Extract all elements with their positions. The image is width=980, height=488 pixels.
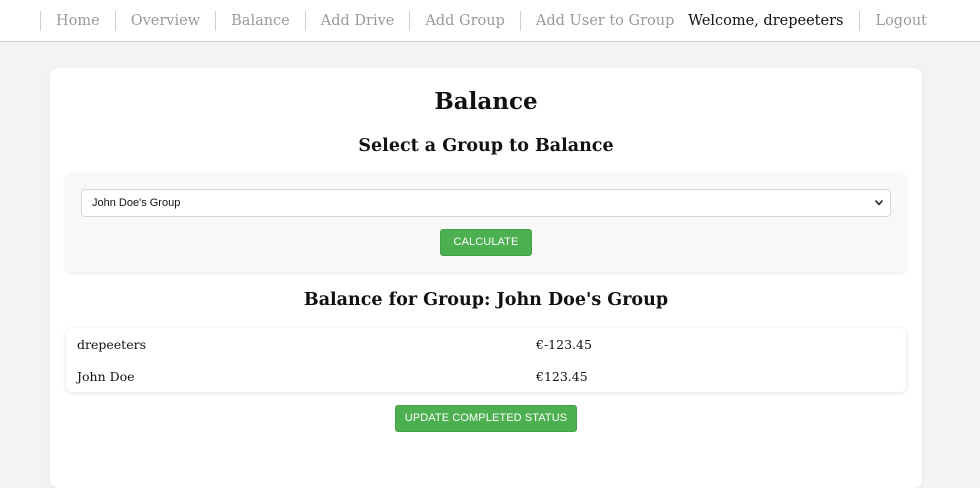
nav-user-area: Welcome, drepeeters Logout xyxy=(688,11,942,31)
group-select-panel: John Doe's Group CALCULATE xyxy=(66,174,906,272)
nav-link-add-user-to-group[interactable]: Add User to Group xyxy=(519,10,689,31)
balance-amount: €-123.45 xyxy=(536,337,592,352)
balance-card: Balance Select a Group to Balance John D… xyxy=(50,68,922,488)
top-navbar: Home Overview Balance Add Drive Add Grou… xyxy=(0,0,980,42)
select-group-heading: Select a Group to Balance xyxy=(358,136,614,156)
balance-user-name: drepeeters xyxy=(77,337,146,352)
logout-link[interactable]: Logout xyxy=(859,11,942,31)
update-completed-status-button[interactable]: UPDATE COMPLETED STATUS xyxy=(395,405,577,432)
calculate-button[interactable]: CALCULATE xyxy=(440,229,532,256)
balance-row: John Doe €123.45 xyxy=(66,362,906,394)
balance-row: drepeeters €-123.45 xyxy=(66,330,906,362)
group-select-value: John Doe's Group xyxy=(92,197,181,209)
balance-result-heading: Balance for Group: John Doe's Group xyxy=(303,290,669,310)
nav-link-add-group[interactable]: Add Group xyxy=(409,10,520,31)
chevron-down-icon xyxy=(875,200,883,206)
nav-link-overview[interactable]: Overview xyxy=(114,10,215,31)
balance-table: drepeeters €-123.45 John Doe €123.45 xyxy=(66,328,906,392)
page-title: Balance xyxy=(434,88,538,115)
nav-link-balance[interactable]: Balance xyxy=(215,10,305,31)
balance-amount: €123.45 xyxy=(536,369,588,384)
nav-links: Home Overview Balance Add Drive Add Grou… xyxy=(40,10,689,31)
nav-link-add-drive[interactable]: Add Drive xyxy=(304,10,410,31)
group-select[interactable]: John Doe's Group xyxy=(81,189,891,217)
welcome-text: Welcome, drepeeters xyxy=(688,13,844,29)
balance-user-name: John Doe xyxy=(77,369,135,384)
nav-link-home[interactable]: Home xyxy=(40,10,115,31)
